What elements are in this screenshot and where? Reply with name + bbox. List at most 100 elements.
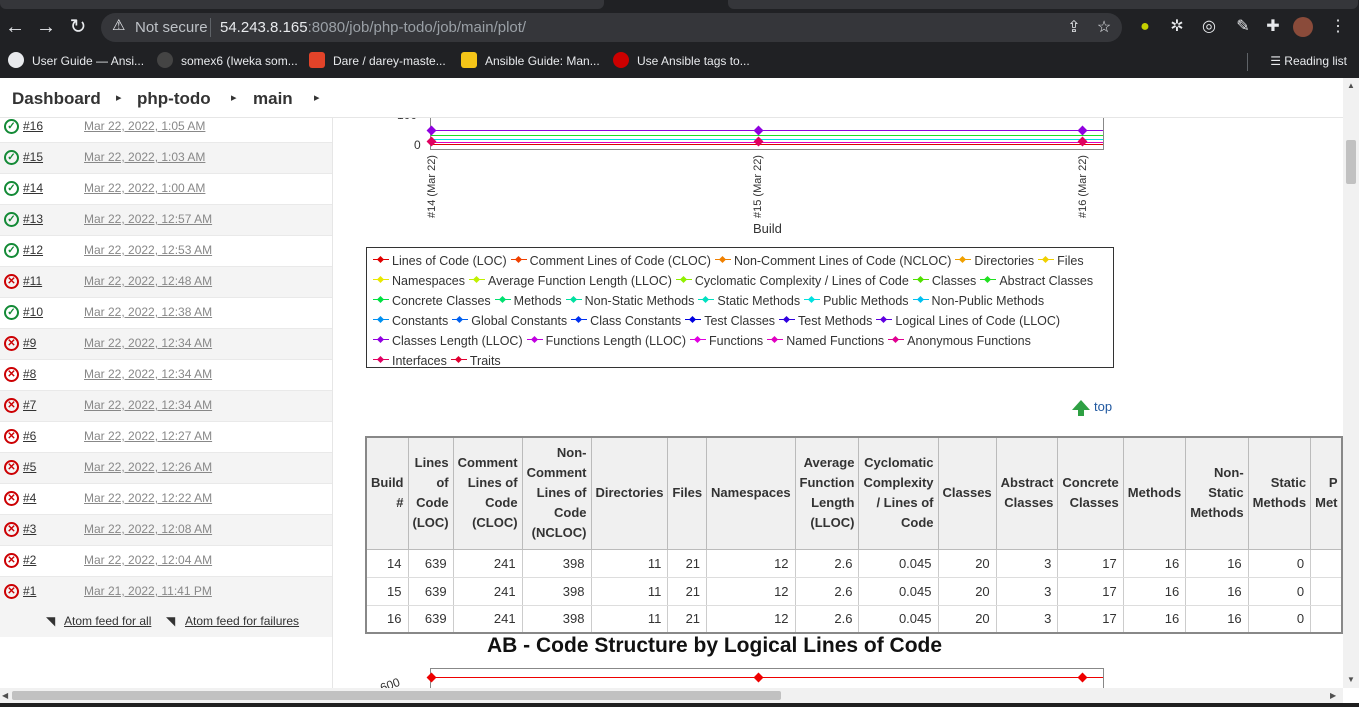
column-header[interactable]: Comment Lines of Code (CLOC) <box>452 436 523 550</box>
build-row[interactable]: ✓ #14 Mar 22, 2022, 1:00 AM <box>0 174 332 205</box>
build-date-link[interactable]: Mar 22, 2022, 12:38 AM <box>84 305 212 319</box>
build-row[interactable]: ✕ #2 Mar 22, 2022, 12:04 AM <box>0 546 332 577</box>
star-icon[interactable]: ☆ <box>1093 17 1115 39</box>
menu-icon[interactable]: ⋮ <box>1326 15 1350 39</box>
build-date-link[interactable]: Mar 22, 2022, 12:53 AM <box>84 243 212 257</box>
atom-feed-all-link[interactable]: Atom feed for all <box>64 614 151 628</box>
build-row[interactable]: ✕ #5 Mar 22, 2022, 12:26 AM <box>0 453 332 484</box>
build-row[interactable]: ✕ #8 Mar 22, 2022, 12:34 AM <box>0 360 332 391</box>
column-header[interactable]: P Met <box>1310 436 1343 550</box>
rss-icon[interactable]: ◥ <box>46 614 60 628</box>
top-link[interactable]: top <box>1094 399 1112 414</box>
column-header[interactable]: Cyclomatic Complexity / Lines of Code <box>858 436 939 550</box>
column-header[interactable]: Build # <box>365 436 409 550</box>
breadcrumb-dashboard[interactable]: Dashboard <box>12 89 101 109</box>
build-row[interactable]: ✓ #13 Mar 22, 2022, 12:57 AM <box>0 205 332 236</box>
build-number-link[interactable]: #8 <box>23 367 36 381</box>
build-number-link[interactable]: #5 <box>23 460 36 474</box>
build-date-link[interactable]: Mar 22, 2022, 12:34 AM <box>84 336 212 350</box>
build-date-link[interactable]: Mar 22, 2022, 12:34 AM <box>84 398 212 412</box>
column-header[interactable]: Files <box>667 436 708 550</box>
chevron-right-icon[interactable]: ▸ <box>231 91 237 104</box>
build-number-link[interactable]: #9 <box>23 336 36 350</box>
column-header[interactable]: Static Methods <box>1247 436 1312 550</box>
bookmark[interactable]: Dare / darey-maste... <box>309 50 446 72</box>
rss-icon[interactable]: ◥ <box>166 614 180 628</box>
back-icon[interactable]: ← <box>1 14 29 42</box>
extension-icon[interactable]: ● <box>1133 15 1157 39</box>
build-row[interactable]: ✓ #15 Mar 22, 2022, 1:03 AM <box>0 143 332 174</box>
reload-icon[interactable]: ↻ <box>64 14 92 42</box>
build-number-link[interactable]: #15 <box>23 150 43 164</box>
build-number-link[interactable]: #14 <box>23 181 43 195</box>
build-date-link[interactable]: Mar 22, 2022, 1:05 AM <box>84 119 205 133</box>
share-icon[interactable]: ⇪ <box>1063 17 1085 39</box>
scroll-down-icon[interactable]: ▼ <box>1347 675 1355 684</box>
scrollbar-thumb[interactable] <box>12 691 781 700</box>
build-number-link[interactable]: #1 <box>23 584 36 598</box>
build-date-link[interactable]: Mar 22, 2022, 12:04 AM <box>84 553 212 567</box>
tab[interactable] <box>0 0 604 9</box>
build-date-link[interactable]: Mar 22, 2022, 12:27 AM <box>84 429 212 443</box>
build-row[interactable]: ✕ #3 Mar 22, 2022, 12:08 AM <box>0 515 332 546</box>
scroll-left-icon[interactable]: ◀ <box>2 691 8 700</box>
puzzle-icon[interactable]: ✚ <box>1261 15 1285 39</box>
up-arrow-stem-icon[interactable] <box>1078 409 1084 416</box>
build-number-link[interactable]: #2 <box>23 553 36 567</box>
security-label[interactable]: Not secure <box>135 19 208 36</box>
build-date-link[interactable]: Mar 22, 2022, 12:08 AM <box>84 522 212 536</box>
build-number-link[interactable]: #4 <box>23 491 36 505</box>
build-row[interactable]: ✕ #7 Mar 22, 2022, 12:34 AM <box>0 391 332 422</box>
pen-icon[interactable]: ✎ <box>1231 15 1255 39</box>
horizontal-scrollbar[interactable]: ◀ ▶ <box>0 688 1343 703</box>
build-number-link[interactable]: #16 <box>23 119 43 133</box>
build-number-link[interactable]: #3 <box>23 522 36 536</box>
column-header[interactable]: Average Function Length (LLOC) <box>794 436 860 550</box>
scrollbar-thumb[interactable] <box>1346 140 1356 184</box>
bookmark[interactable]: Ansible Guide: Man... <box>461 50 600 72</box>
column-header[interactable]: Directories <box>590 436 669 550</box>
atom-feed-failures-link[interactable]: Atom feed for failures <box>185 614 299 628</box>
column-header[interactable]: Non-Comment Lines of Code (NCLOC) <box>521 436 592 550</box>
breadcrumb-job[interactable]: php-todo <box>137 89 211 109</box>
column-header[interactable]: Namespaces <box>706 436 796 550</box>
scroll-right-icon[interactable]: ▶ <box>1330 691 1336 700</box>
build-date-link[interactable]: Mar 22, 2022, 12:22 AM <box>84 491 212 505</box>
build-number-link[interactable]: #6 <box>23 429 36 443</box>
bookmark[interactable]: somex6 (Iweka som... <box>157 50 298 72</box>
build-row[interactable]: ✓ #10 Mar 22, 2022, 12:38 AM <box>0 298 332 329</box>
reading-list[interactable]: ☰ Reading list <box>1270 50 1347 72</box>
breadcrumb-branch[interactable]: main <box>253 89 293 109</box>
profile-avatar[interactable] <box>1293 17 1313 37</box>
build-date-link[interactable]: Mar 22, 2022, 12:57 AM <box>84 212 212 226</box>
column-header[interactable]: Non-Static Methods <box>1185 436 1249 550</box>
chevron-right-icon[interactable]: ▸ <box>314 91 320 104</box>
build-row[interactable]: ✕ #9 Mar 22, 2022, 12:34 AM <box>0 329 332 360</box>
build-number-link[interactable]: #13 <box>23 212 43 226</box>
column-header[interactable]: Methods <box>1122 436 1187 550</box>
target-icon[interactable]: ◎ <box>1197 15 1221 39</box>
build-date-link[interactable]: Mar 22, 2022, 12:26 AM <box>84 460 212 474</box>
build-row[interactable]: ✓ #12 Mar 22, 2022, 12:53 AM <box>0 236 332 267</box>
build-date-link[interactable]: Mar 21, 2022, 11:41 PM <box>84 584 212 598</box>
url-text[interactable]: 54.243.8.165:8080/job/php-todo/job/main/… <box>220 19 526 36</box>
column-header[interactable]: Classes <box>937 436 997 550</box>
build-date-link[interactable]: Mar 22, 2022, 12:48 AM <box>84 274 212 288</box>
build-row[interactable]: ✕ #6 Mar 22, 2022, 12:27 AM <box>0 422 332 453</box>
forward-icon[interactable]: → <box>32 14 60 42</box>
chevron-right-icon[interactable]: ▸ <box>116 91 122 104</box>
build-date-link[interactable]: Mar 22, 2022, 1:00 AM <box>84 181 205 195</box>
column-header[interactable]: Concrete Classes <box>1057 436 1124 550</box>
build-date-link[interactable]: Mar 22, 2022, 1:03 AM <box>84 150 205 164</box>
scroll-up-icon[interactable]: ▲ <box>1347 81 1355 90</box>
warning-icon[interactable]: ⚠ <box>112 18 128 34</box>
column-header[interactable]: Abstract Classes <box>995 436 1059 550</box>
build-number-link[interactable]: #10 <box>23 305 43 319</box>
build-row[interactable]: ✕ #4 Mar 22, 2022, 12:22 AM <box>0 484 332 515</box>
column-header[interactable]: Lines of Code (LOC) <box>407 436 454 550</box>
bookmark[interactable]: User Guide — Ansi... <box>8 50 144 72</box>
vertical-scrollbar[interactable]: ▲ ▼ <box>1343 78 1359 688</box>
build-number-link[interactable]: #7 <box>23 398 36 412</box>
build-row[interactable]: ✕ #11 Mar 22, 2022, 12:48 AM <box>0 267 332 298</box>
build-number-link[interactable]: #12 <box>23 243 43 257</box>
